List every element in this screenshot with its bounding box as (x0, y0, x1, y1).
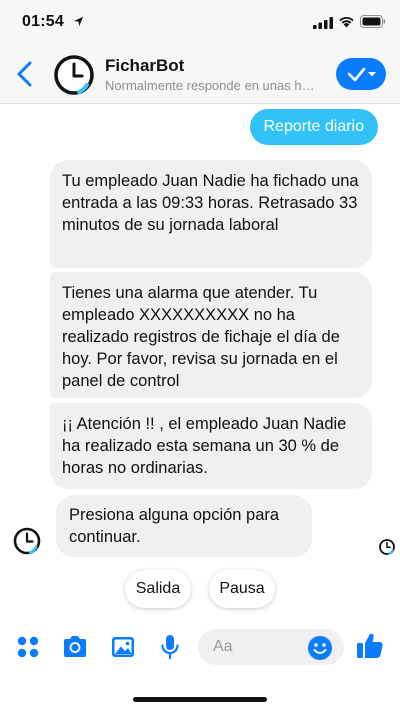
incoming-message: ¡¡ Atención !! , el empleado Juan Nadie … (50, 403, 372, 489)
chat-header: FicharBot Normalmente responde en unas h… (0, 44, 400, 104)
home-indicator (133, 697, 267, 702)
quick-reply-pausa[interactable]: Pausa (209, 570, 275, 608)
signal-icon (313, 17, 333, 29)
microphone-icon[interactable] (155, 632, 185, 662)
wifi-icon (339, 17, 354, 28)
battery-icon (360, 15, 386, 28)
location-arrow-icon (73, 16, 84, 27)
incoming-message: Tienes una alarma que atender. Tu emplea… (50, 272, 372, 398)
camera-icon[interactable] (60, 632, 90, 662)
back-chevron-icon[interactable] (14, 59, 36, 89)
grid-icon[interactable] (13, 632, 43, 662)
emoji-icon[interactable] (307, 635, 333, 661)
read-receipt-clock-icon (379, 539, 395, 555)
image-icon[interactable] (108, 632, 138, 662)
quick-reply-salida[interactable]: Salida (125, 570, 191, 608)
status-bar: 01:54 (0, 0, 400, 44)
outgoing-message: Reporte diario (249, 109, 378, 145)
thumbs-up-icon[interactable] (354, 630, 386, 662)
incoming-message: Presiona alguna opción para continuar. (56, 495, 312, 557)
check-dropdown-icon (347, 67, 376, 82)
incoming-message: Tu empleado Juan Nadie ha fichado una en… (50, 160, 372, 268)
chat-title[interactable]: FicharBot (105, 56, 184, 76)
check-dropdown-button[interactable] (336, 58, 386, 90)
bot-avatar-clock-icon (13, 527, 41, 555)
bot-avatar-clock-icon[interactable] (52, 53, 96, 97)
composer-bar (0, 620, 400, 710)
chat-subtitle: Normalmente responde en unas horas (105, 78, 320, 93)
status-time: 01:54 (22, 13, 64, 30)
